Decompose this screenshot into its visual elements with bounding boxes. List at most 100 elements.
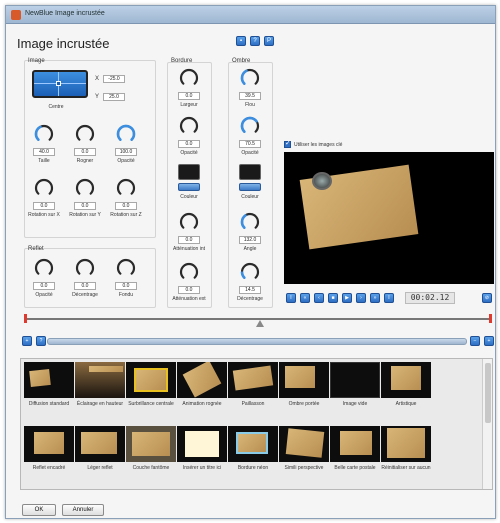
bordure-largeur-knob[interactable] (179, 68, 199, 88)
preset-tile[interactable]: Couche fantôme (126, 426, 176, 488)
ok-button[interactable]: OK (22, 504, 56, 516)
y-input[interactable]: 25.0 (103, 93, 125, 101)
play-button[interactable]: ▶ (342, 293, 352, 303)
preset-tile[interactable]: Artistique (381, 362, 431, 424)
preset-photo (89, 366, 123, 372)
preset-name: Diffusion standard (28, 401, 70, 407)
save-icon: ▪ (239, 38, 243, 44)
preset-tile[interactable]: Reflet encadré (24, 426, 74, 488)
gallery-scrollbar[interactable] (482, 359, 492, 489)
help-button[interactable]: ? (250, 36, 260, 46)
preset-tile[interactable]: Paillasson (228, 362, 278, 424)
bordure-couleur-swatch[interactable] (178, 164, 200, 180)
step-back-button[interactable]: ‹ (314, 293, 324, 303)
image-3-knob[interactable] (34, 178, 54, 198)
timeline-start-marker[interactable] (24, 314, 27, 323)
playhead[interactable] (256, 320, 264, 327)
ombre-decentrage-knob[interactable] (240, 262, 260, 282)
position-pad[interactable] (32, 70, 88, 98)
preset-tile[interactable]: Simili perspective (279, 426, 329, 488)
preset-thumbnail (177, 426, 227, 462)
ombre-angle-knob[interactable] (240, 212, 260, 232)
ombre-couleur-picker-button[interactable] (239, 183, 261, 191)
ombre-opacite-knob[interactable] (240, 116, 260, 136)
bordure-att-ext-knob[interactable] (179, 262, 199, 282)
preset-thumbnail (75, 426, 125, 462)
x-input[interactable]: -25.0 (103, 75, 125, 83)
zoom-out-button[interactable]: − (470, 336, 480, 346)
reflet-2-knob[interactable] (116, 258, 136, 278)
preset-tile[interactable]: Image vide (330, 362, 380, 424)
preset-thumbnail (24, 426, 74, 462)
preset-tile[interactable]: Ombre portée (279, 362, 329, 424)
preset-tile[interactable]: Léger reflet (75, 426, 125, 488)
step-forward-button[interactable]: › (356, 293, 366, 303)
stop-button[interactable]: ■ (328, 293, 338, 303)
bordure-largeur-value[interactable]: 0.0 (178, 92, 200, 100)
timeline-scrollbar[interactable] (47, 338, 467, 345)
cancel-button[interactable]: Annuler (62, 504, 104, 516)
preset-tile[interactable]: Réinitialiser sur aucun (381, 426, 431, 488)
preset-tile[interactable]: Bordure néon (228, 426, 278, 488)
scroll-thumb[interactable] (485, 363, 491, 423)
image-2-knob[interactable] (116, 124, 136, 144)
reflet-2-value[interactable]: 0.0 (115, 282, 137, 290)
preset-thumbnail (279, 426, 329, 462)
reflet-1-value[interactable]: 0.0 (74, 282, 96, 290)
image-5-value[interactable]: 0.0 (115, 202, 137, 210)
image-4-value[interactable]: 0.0 (74, 202, 96, 210)
position-handle[interactable] (56, 81, 61, 86)
preset-tile[interactable]: Insérer un titre ici (177, 426, 227, 488)
image-3-value[interactable]: 0.0 (33, 202, 55, 210)
preset-thumbnail (228, 426, 278, 462)
image-4-knob[interactable] (75, 178, 95, 198)
settings-button[interactable]: ⊘ (482, 293, 492, 303)
preset-tile[interactable]: Animation rognée (177, 362, 227, 424)
preset-tile[interactable]: Éclairage en hauteur (75, 362, 125, 424)
x-label: X (95, 76, 100, 82)
preset-photo (132, 432, 170, 456)
ombre-opacite-value[interactable]: 70.5 (239, 140, 261, 148)
preset-name: Image vide (342, 401, 368, 407)
ombre-flou-value[interactable]: 39.5 (239, 92, 261, 100)
reflet-1-knob[interactable] (75, 258, 95, 278)
timeline-end-marker[interactable] (489, 314, 492, 323)
add-keyframe-button[interactable]: + (22, 336, 32, 346)
preset-tile[interactable]: Surbrillance centrale (126, 362, 176, 424)
ombre-decentrage-value[interactable]: 14.5 (239, 286, 261, 294)
image-2-value[interactable]: 100.0 (115, 148, 137, 156)
reflet-0-knob[interactable] (34, 258, 54, 278)
image-0-value[interactable]: 40.0 (33, 148, 55, 156)
preset-tile[interactable]: Belle carte postale (330, 426, 380, 488)
ombre-couleur-label: Couleur (241, 194, 259, 200)
ombre-angle-value[interactable]: 132.0 (239, 236, 261, 244)
go-start-button[interactable]: I (286, 293, 296, 303)
save-preset-button[interactable]: ▪ (236, 36, 246, 46)
keyframe-help-button[interactable]: ? (36, 336, 46, 346)
image-0-knob[interactable] (34, 124, 54, 144)
bordure-att-ext-value[interactable]: 0.0 (178, 286, 200, 294)
go-end-button[interactable]: I (384, 293, 394, 303)
image-1-knob[interactable] (75, 124, 95, 144)
reflet-0-value[interactable]: 0.0 (33, 282, 55, 290)
bordure-couleur-picker-button[interactable] (178, 183, 200, 191)
ombre-couleur-swatch[interactable] (239, 164, 261, 180)
bordure-group-label: Bordure (171, 58, 193, 64)
next-key-button[interactable]: » (370, 293, 380, 303)
use-keyframes-checkbox[interactable]: ✓ (284, 140, 291, 148)
image-5-knob[interactable] (116, 178, 136, 198)
bordure-opacite-value[interactable]: 0.0 (178, 140, 200, 148)
preset-name: Ombre portée (288, 401, 320, 407)
preset-tile[interactable]: Diffusion standard (24, 362, 74, 424)
zoom-in-button[interactable]: + (484, 336, 494, 346)
image-1-value[interactable]: 0.0 (74, 148, 96, 156)
ombre-flou-knob[interactable] (240, 68, 260, 88)
preset-photo (285, 366, 315, 388)
prev-key-button[interactable]: « (300, 293, 310, 303)
bordure-att-int-knob[interactable] (179, 212, 199, 232)
bordure-opacite-knob[interactable] (179, 116, 199, 136)
preset-thumbnail (75, 362, 125, 398)
bordure-att-int-value[interactable]: 0.0 (178, 236, 200, 244)
preset-photo (285, 428, 325, 458)
preset-button[interactable]: P (264, 36, 274, 46)
